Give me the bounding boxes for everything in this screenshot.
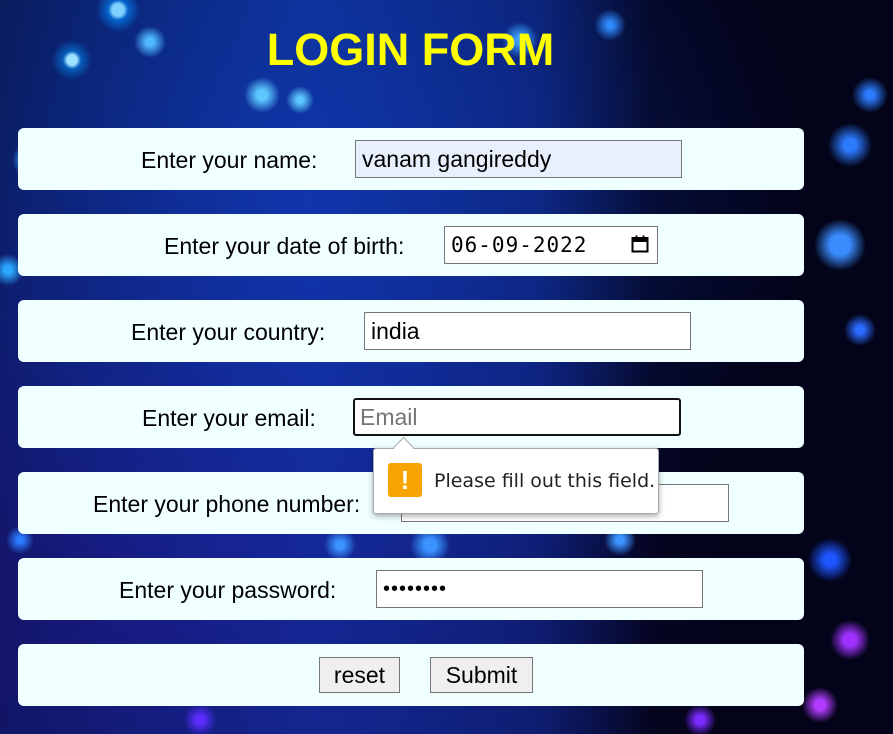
password-label: Enter your password: <box>119 577 337 603</box>
name-row: Enter your name: vanam gangireddy <box>18 128 804 190</box>
dob-row: Enter your date of birth: 06-09-2022 <box>18 214 804 276</box>
dob-value: 06-09-2022 <box>451 233 588 257</box>
calendar-icon[interactable] <box>631 235 649 253</box>
email-placeholder: Email <box>360 404 418 430</box>
country-input[interactable]: india <box>364 312 691 350</box>
country-label: Enter your country: <box>131 319 326 345</box>
name-label: Enter your name: <box>141 147 318 173</box>
password-input[interactable]: •••••••• <box>376 570 703 608</box>
background-image <box>0 0 893 734</box>
validation-tooltip: ! Please fill out this field. <box>373 436 659 514</box>
phone-label: Enter your phone number: <box>93 491 361 517</box>
dob-input[interactable]: 06-09-2022 <box>444 226 658 264</box>
email-input[interactable]: Email <box>353 398 681 436</box>
validation-message: Please fill out this field. <box>434 470 656 492</box>
buttons-row: reset Submit <box>18 644 804 706</box>
dob-label: Enter your date of birth: <box>164 233 405 259</box>
submit-button[interactable]: Submit <box>430 657 533 693</box>
reset-button[interactable]: reset <box>319 657 400 693</box>
email-row: Enter your email: Email <box>18 386 804 448</box>
email-label: Enter your email: <box>142 405 316 431</box>
warning-icon: ! <box>388 463 422 497</box>
password-row: Enter your password: •••••••• <box>18 558 804 620</box>
page-title: LOGIN FORM <box>266 24 555 75</box>
name-input[interactable]: vanam gangireddy <box>355 140 682 178</box>
country-row: Enter your country: india <box>18 300 804 362</box>
